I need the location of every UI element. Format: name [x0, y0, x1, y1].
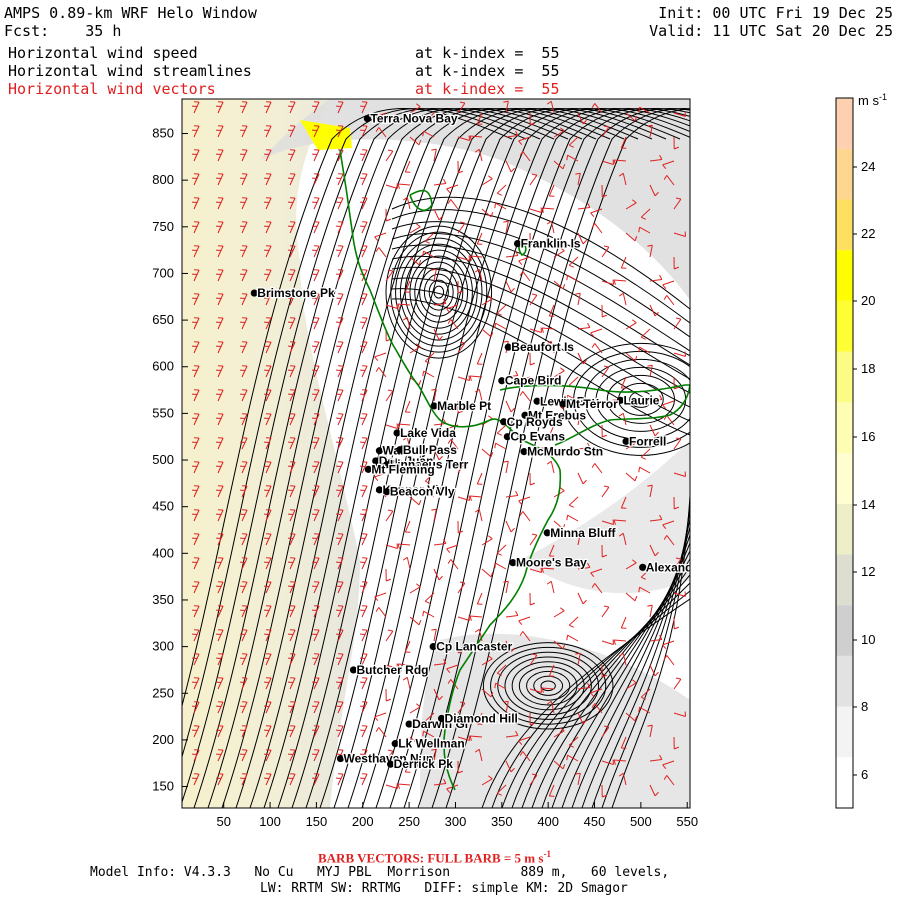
colorbar-swatch	[836, 402, 853, 453]
colorbar-swatch	[836, 351, 853, 403]
y-tick-label: 500	[152, 452, 174, 467]
station-label: Lk Wellman	[398, 737, 464, 751]
y-tick-label: 250	[152, 685, 174, 700]
colorbar-tick-label: 18	[861, 361, 875, 376]
x-tick-label: 300	[445, 814, 467, 829]
y-tick-label: 600	[152, 359, 174, 374]
station-label: Cape Bird	[505, 374, 562, 388]
y-tick-label: 350	[152, 592, 174, 607]
station-label: Terra Nova Bay	[370, 112, 457, 126]
colorbar-swatch	[836, 148, 853, 200]
station-label: Franklin Is	[521, 237, 581, 251]
station-label: Minna Bluff	[550, 526, 616, 540]
colorbar-swatch	[836, 453, 853, 504]
colorbar-tick-label: 12	[861, 564, 875, 579]
colorbar-swatch	[836, 199, 853, 251]
colorbar-swatch	[836, 554, 853, 606]
barb-legend: BARB VECTORS: FULL BARB = 5 m s-1	[318, 849, 551, 866]
station-label: Forrell	[629, 434, 666, 448]
colorbar-swatch	[836, 706, 853, 758]
station-label: Lake Vida	[400, 426, 456, 440]
colorbar-tick-label: 8	[861, 699, 868, 714]
model-info-line2: LW: RRTM SW: RRTMG DIFF: simple KM: 2D S…	[260, 881, 628, 896]
colorbar-tick-label: 16	[861, 429, 875, 444]
y-tick-label: 650	[152, 312, 174, 327]
colorbar: 24 22 20 18 16 14 12 10 8 6	[835, 97, 875, 809]
colorbar-swatch	[836, 503, 853, 555]
colorbar-tick-label: 20	[861, 293, 875, 308]
colorbar-swatch	[836, 98, 853, 149]
colorbar-swatch	[836, 300, 853, 352]
x-tick-label: 550	[676, 814, 698, 829]
map-figure: Terra Nova Bay Franklin Is Brimstone Pk Bea…	[152, 92, 887, 829]
station-label: Diamond Hill	[445, 711, 518, 725]
station-label: Beacon Vly	[390, 485, 455, 499]
colorbar-swatch	[836, 757, 853, 808]
y-tick-label: 850	[152, 126, 174, 141]
y-tick-label: 550	[152, 405, 174, 420]
station-label: Moore's Bay	[516, 556, 587, 570]
x-tick-label: 200	[352, 814, 374, 829]
station-label: Mt Fleming	[371, 462, 434, 476]
colorbar-swatch	[836, 655, 853, 707]
x-tick-label: 450	[584, 814, 606, 829]
station-label: Marble Pt	[437, 399, 491, 413]
colorbar-unit: m s-1	[858, 92, 887, 108]
station-label: Beaufort Is	[511, 340, 574, 354]
y-tick-label: 750	[152, 219, 174, 234]
y-tick-label: 800	[152, 172, 174, 187]
y-tick-label: 150	[152, 779, 174, 794]
station-label: Laurie	[623, 393, 659, 407]
station-label: Butcher Rdg	[356, 663, 428, 677]
y-tick-label: 300	[152, 639, 174, 654]
station-label: Alexander	[646, 560, 704, 574]
y-tick-label: 200	[152, 732, 174, 747]
map-area: Terra Nova Bay Franklin Is Brimstone Pk Bea…	[182, 99, 704, 808]
model-info-line1: Model Info: V4.3.3 No Cu MYJ PBL Morriso…	[90, 865, 670, 880]
colorbar-tick-label: 24	[861, 159, 875, 174]
x-tick-label: 500	[630, 814, 652, 829]
x-tick-label: 50	[216, 814, 230, 829]
station-label: McMurdo Stn	[527, 445, 603, 459]
colorbar-swatch	[836, 605, 853, 656]
x-tick-label: 400	[537, 814, 559, 829]
colorbar-tick-label: 10	[861, 632, 875, 647]
colorbar-tick-label: 14	[861, 497, 875, 512]
x-tick-label: 150	[306, 814, 328, 829]
station-label: Derrick Pk	[394, 757, 454, 771]
station-label: Brimstone Pk	[257, 286, 335, 300]
x-tick-label: 350	[491, 814, 513, 829]
y-tick-label: 450	[152, 499, 174, 514]
x-tick-label: 100	[259, 814, 281, 829]
station-label: Cp Royds	[507, 415, 563, 429]
x-tick-label: 250	[398, 814, 420, 829]
colorbar-swatch	[836, 250, 853, 301]
y-tick-label: 700	[152, 265, 174, 280]
colorbar-tick-label: 6	[861, 767, 868, 782]
station-label: Cp Evans	[510, 430, 565, 444]
y-tick-label: 400	[152, 545, 174, 560]
station-label: Cp Lancaster	[436, 640, 512, 654]
colorbar-tick-label: 22	[861, 226, 875, 241]
